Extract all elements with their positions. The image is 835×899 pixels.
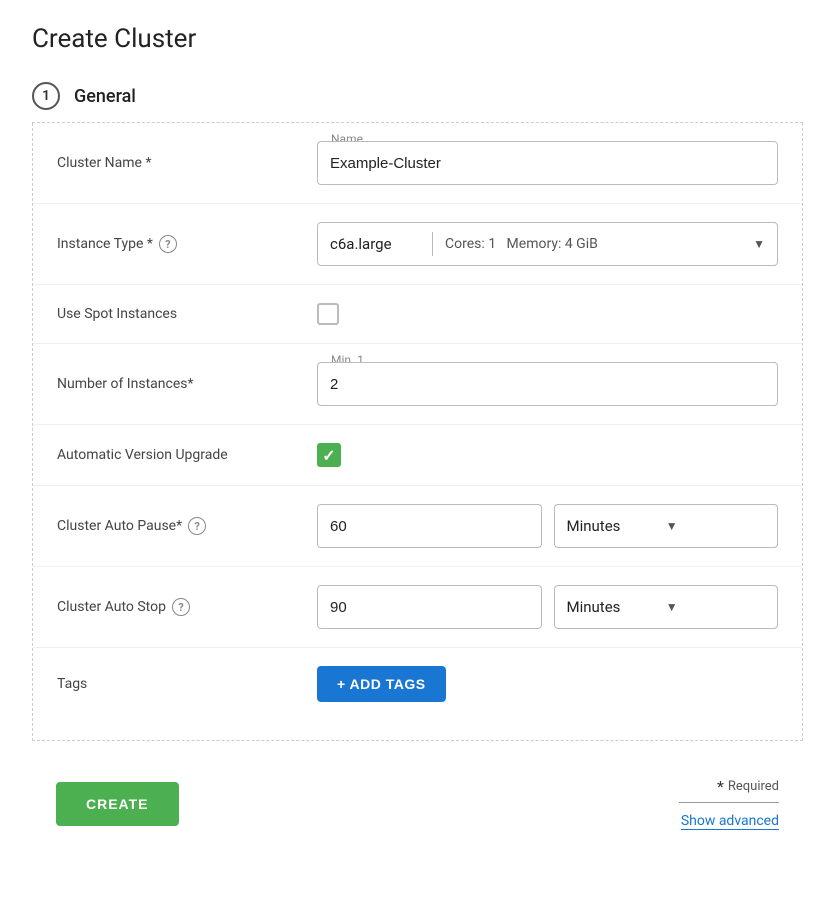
instance-type-label: Instance Type * ?	[57, 235, 317, 253]
instance-type-arrow-icon: ▼	[753, 237, 765, 251]
footer-right: * Required Show advanced	[679, 777, 779, 830]
cluster-name-control: Name...	[317, 141, 778, 185]
spot-instances-label: Use Spot Instances	[57, 306, 317, 322]
tags-row: Tags + ADD TAGS	[33, 648, 802, 720]
auto-pause-value-wrap	[317, 504, 542, 548]
auto-upgrade-checkbox[interactable]	[317, 443, 341, 467]
auto-pause-unit-arrow-icon: ▼	[666, 519, 765, 533]
instance-type-dropdown[interactable]: c6a.large Cores: 1 Memory: 4 GiB ▼	[317, 222, 778, 266]
show-advanced-link[interactable]: Show advanced	[681, 813, 779, 830]
cluster-name-label: Cluster Name *	[57, 155, 317, 171]
auto-pause-unit-wrap: Minutes ▼	[554, 504, 779, 548]
cluster-name-input[interactable]	[317, 141, 778, 185]
num-instances-label: Number of Instances*	[57, 376, 317, 392]
required-indicator: * Required	[717, 777, 779, 796]
section-number: 1	[32, 82, 60, 110]
num-instances-control: Min. 1	[317, 362, 778, 406]
spot-instances-row: Use Spot Instances	[33, 285, 802, 344]
auto-stop-label: Cluster Auto Stop ?	[57, 598, 317, 616]
section-title: General	[74, 86, 136, 107]
auto-pause-help-icon[interactable]: ?	[188, 517, 206, 535]
section-header: 1 General	[32, 82, 803, 123]
auto-stop-unit-value: Minutes	[567, 598, 666, 616]
instance-type-meta: Cores: 1 Memory: 4 GiB	[445, 236, 753, 252]
auto-pause-control: Minutes ▼	[317, 504, 778, 548]
auto-pause-unit-dropdown[interactable]: Minutes ▼	[554, 504, 779, 548]
auto-pause-inline-inputs: Minutes ▼	[317, 504, 778, 548]
add-tags-button[interactable]: + ADD TAGS	[317, 666, 446, 702]
auto-stop-unit-dropdown[interactable]: Minutes ▼	[554, 585, 779, 629]
show-advanced-divider	[679, 802, 779, 803]
auto-stop-inline-inputs: Minutes ▼	[317, 585, 778, 629]
required-asterisk: *	[717, 777, 724, 796]
auto-stop-value-wrap	[317, 585, 542, 629]
instance-type-control: c6a.large Cores: 1 Memory: 4 GiB ▼	[317, 222, 778, 266]
cluster-name-input-wrapper: Name...	[317, 141, 778, 185]
instance-divider	[432, 232, 433, 256]
auto-stop-control: Minutes ▼	[317, 585, 778, 629]
form-container: Cluster Name * Name... Instance Type * ?…	[32, 123, 803, 741]
auto-stop-row: Cluster Auto Stop ? Minutes ▼	[33, 567, 802, 648]
auto-stop-unit-wrap: Minutes ▼	[554, 585, 779, 629]
create-button[interactable]: CREATE	[56, 782, 179, 826]
spot-instances-checkbox[interactable]	[317, 303, 339, 325]
tags-control: + ADD TAGS	[317, 666, 778, 702]
auto-upgrade-row: Automatic Version Upgrade	[33, 425, 802, 486]
auto-stop-unit-arrow-icon: ▼	[666, 600, 765, 614]
cluster-name-row: Cluster Name * Name...	[33, 123, 802, 204]
num-instances-row: Number of Instances* Min. 1	[33, 344, 802, 425]
num-instances-input[interactable]	[317, 362, 778, 406]
auto-stop-help-icon[interactable]: ?	[172, 598, 190, 616]
instance-type-help-icon[interactable]: ?	[159, 235, 177, 253]
auto-pause-unit-value: Minutes	[567, 517, 666, 535]
instance-type-row: Instance Type * ? c6a.large Cores: 1 Mem…	[33, 204, 802, 285]
auto-stop-input[interactable]	[317, 585, 542, 629]
auto-pause-input[interactable]	[317, 504, 542, 548]
auto-pause-row: Cluster Auto Pause* ? Minutes ▼	[33, 486, 802, 567]
page-title: Create Cluster	[32, 24, 803, 54]
auto-upgrade-control	[317, 443, 778, 467]
required-label: Required	[728, 779, 779, 794]
auto-pause-label: Cluster Auto Pause* ?	[57, 517, 317, 535]
instance-type-value: c6a.large	[330, 235, 420, 253]
auto-upgrade-label: Automatic Version Upgrade	[57, 447, 317, 463]
spot-instances-control	[317, 303, 778, 325]
tags-label: Tags	[57, 676, 317, 692]
footer: CREATE * Required Show advanced	[32, 753, 803, 830]
num-instances-input-wrapper: Min. 1	[317, 362, 778, 406]
